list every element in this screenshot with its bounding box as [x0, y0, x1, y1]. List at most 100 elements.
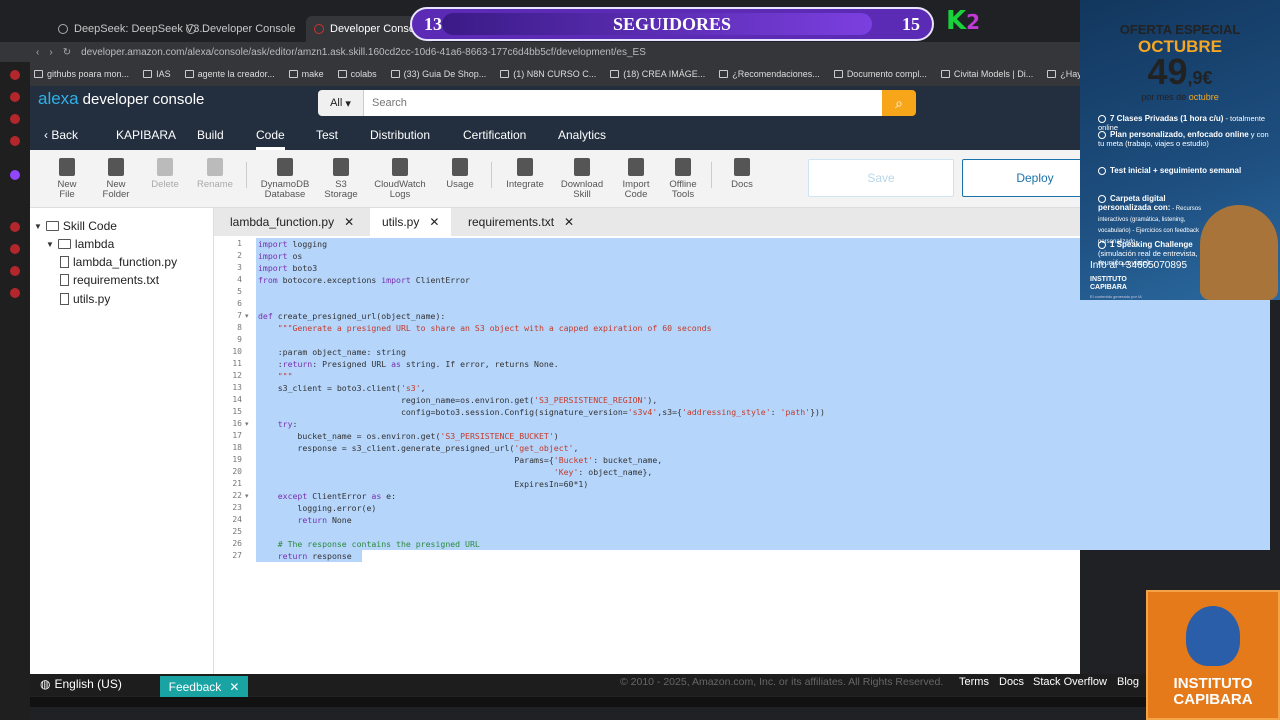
code-line[interactable]: bucket_name = os.environ.get('S3_PERSIST…	[258, 430, 558, 442]
toolbar-integrate-button[interactable]: Integrate	[495, 158, 555, 190]
toolbar-offline-tools-button[interactable]: Offline Tools	[653, 158, 713, 200]
bookmark-folder-icon	[390, 70, 400, 78]
editor-tab-utils[interactable]: utils.py ✕	[370, 208, 452, 236]
tree-root-skill-code[interactable]: ▼ Skill Code	[34, 219, 117, 233]
fold-caret-icon[interactable]: ▾	[245, 312, 249, 320]
bookmark-item[interactable]: agente la creador...	[184, 69, 275, 79]
close-icon[interactable]: ✕	[429, 215, 439, 229]
search-button[interactable]: ⌕	[882, 90, 916, 116]
code-line[interactable]: try:	[258, 418, 298, 430]
footer-link-terms[interactable]: Terms	[959, 676, 989, 688]
code-line[interactable]: from botocore.exceptions import ClientEr…	[258, 274, 470, 286]
editor-tab-requirements[interactable]: requirements.txt ✕	[456, 208, 586, 236]
nav-test[interactable]: Test	[316, 120, 338, 150]
fold-caret-icon[interactable]: ▾	[245, 492, 249, 500]
close-icon[interactable]: ✕	[229, 680, 239, 694]
address-bar[interactable]: ‹ › ↻ developer.amazon.com/alexa/console…	[0, 42, 1080, 62]
code-line[interactable]: import os	[258, 250, 302, 262]
toolbar-docs-button[interactable]: Docs	[712, 158, 772, 190]
extension-icon[interactable]	[10, 70, 20, 80]
code-line[interactable]: # The response contains the presigned UR…	[258, 538, 480, 550]
language-selector[interactable]: ◍ English (US)	[40, 677, 122, 691]
console-logo[interactable]: alexa developer console	[38, 89, 204, 109]
code-line[interactable]: region_name=os.environ.get('S3_PERSISTEN…	[258, 394, 657, 406]
price-decimal: ,9€	[1187, 68, 1213, 88]
fold-caret-icon[interactable]: ▾	[245, 420, 249, 428]
extension-icon[interactable]	[10, 92, 20, 102]
extension-icon[interactable]	[10, 288, 20, 298]
code-line[interactable]: """Generate a presigned URL to share an …	[258, 322, 712, 334]
bookmark-item[interactable]: ¿Recomendaciones...	[719, 69, 820, 79]
code-line[interactable]: import boto3	[258, 262, 317, 274]
nav-analytics[interactable]: Analytics	[558, 120, 606, 150]
save-button[interactable]: Save	[808, 159, 954, 197]
extension-icon[interactable]	[10, 136, 20, 146]
code-line[interactable]: import logging	[258, 238, 327, 250]
back-arrow-icon[interactable]: ‹	[36, 47, 39, 58]
code-line[interactable]: ExpiresIn=60*1)	[258, 478, 588, 490]
editor-tab-lambda-function[interactable]: lambda_function.py ✕	[218, 208, 366, 236]
code-line[interactable]: config=boto3.session.Config(signature_ve…	[258, 406, 825, 418]
code-line[interactable]: response = s3_client.generate_presigned_…	[258, 442, 578, 454]
code-line[interactable]: """	[258, 370, 293, 382]
bookmark-item[interactable]: colabs	[337, 69, 377, 79]
code-line[interactable]: :return: Presigned URL as string. If err…	[258, 358, 559, 370]
tree-folder-lambda[interactable]: ▼ lambda	[46, 237, 114, 251]
bookmark-item[interactable]: IAS	[143, 69, 171, 79]
skill-name[interactable]: KAPIBARA	[116, 120, 176, 150]
code-line[interactable]: except ClientError as e:	[258, 490, 396, 502]
bookmark-item[interactable]: ¿Hay alguna IA pa...	[1047, 69, 1080, 79]
code-line[interactable]: return response	[258, 550, 352, 562]
bookmark-item[interactable]: (33) Guia De Shop...	[390, 69, 486, 79]
toolbar-cloudwatch-logs-button[interactable]: CloudWatch Logs	[370, 158, 430, 200]
bookmark-item[interactable]: githubs poara mon...	[34, 69, 129, 79]
footer-link-docs[interactable]: Docs	[999, 676, 1024, 688]
line-number: 26	[232, 539, 242, 548]
extension-icon[interactable]	[10, 266, 20, 276]
nav-code[interactable]: Code	[256, 120, 285, 150]
code-line[interactable]: Params={'Bucket': bucket_name,	[258, 454, 662, 466]
bookmark-item[interactable]: make	[288, 69, 324, 79]
code-line[interactable]: def create_presigned_url(object_name):	[258, 310, 445, 322]
twitch-icon[interactable]	[10, 170, 20, 180]
code-line[interactable]: s3_client = boto3.client('s3',	[258, 382, 426, 394]
url-text[interactable]: developer.amazon.com/alexa/console/ask/e…	[81, 47, 646, 58]
code-line[interactable]: return None	[258, 514, 351, 526]
tree-file[interactable]: requirements.txt	[60, 273, 159, 287]
forward-arrow-icon[interactable]: ›	[49, 47, 52, 58]
toolbar-usage-button[interactable]: Usage	[430, 158, 490, 190]
search-scope-select[interactable]: All ▾	[318, 90, 364, 116]
tree-file[interactable]: lambda_function.py	[60, 255, 177, 269]
extension-icon[interactable]	[10, 244, 20, 254]
toolbar-rename-button[interactable]: Rename	[185, 158, 245, 190]
footer-link-blog[interactable]: Blog	[1117, 676, 1139, 688]
logo-text: developer console	[82, 91, 205, 108]
extension-icon[interactable]	[10, 222, 20, 232]
k-logo-letter: K	[946, 6, 967, 36]
nav-distribution[interactable]: Distribution	[370, 120, 430, 150]
toolbar-dynamodb-database-button[interactable]: DynamoDB Database	[255, 158, 315, 200]
browser-tab-developer-console[interactable]: Developer Console	[178, 16, 304, 42]
bookmark-item[interactable]: Civitai Models | Di...	[940, 69, 1033, 79]
tree-file[interactable]: utils.py	[60, 292, 110, 306]
code-line[interactable]: 'Key': object_name},	[258, 466, 653, 478]
toolbar-download-skill-button[interactable]: Download Skill	[552, 158, 612, 200]
terminal-icon	[675, 158, 691, 176]
footer-link-stack-overflow[interactable]: Stack Overflow	[1033, 676, 1107, 688]
search-input[interactable]	[364, 90, 882, 116]
bookmark-item[interactable]: (1) N8N CURSO C...	[500, 69, 596, 79]
nav-build[interactable]: Build	[197, 120, 224, 150]
close-icon[interactable]: ✕	[564, 215, 574, 229]
bookmark-item[interactable]: Documento compl...	[833, 69, 927, 79]
extension-icon[interactable]	[10, 114, 20, 124]
horizontal-scrollbar[interactable]	[30, 697, 1150, 707]
close-icon[interactable]: ✕	[344, 215, 354, 229]
code-line[interactable]: logging.error(e)	[258, 502, 376, 514]
toolbar-s3-storage-button[interactable]: S3 Storage	[311, 158, 371, 200]
bookmark-item[interactable]: (18) CREA IMÁGE...	[610, 69, 705, 79]
back-link[interactable]: ‹ Back	[44, 120, 78, 150]
code-line[interactable]: :param object_name: string	[258, 346, 406, 358]
feedback-button[interactable]: Feedback ✕	[160, 676, 248, 697]
reload-icon[interactable]: ↻	[63, 47, 71, 58]
nav-certification[interactable]: Certification	[463, 120, 526, 150]
